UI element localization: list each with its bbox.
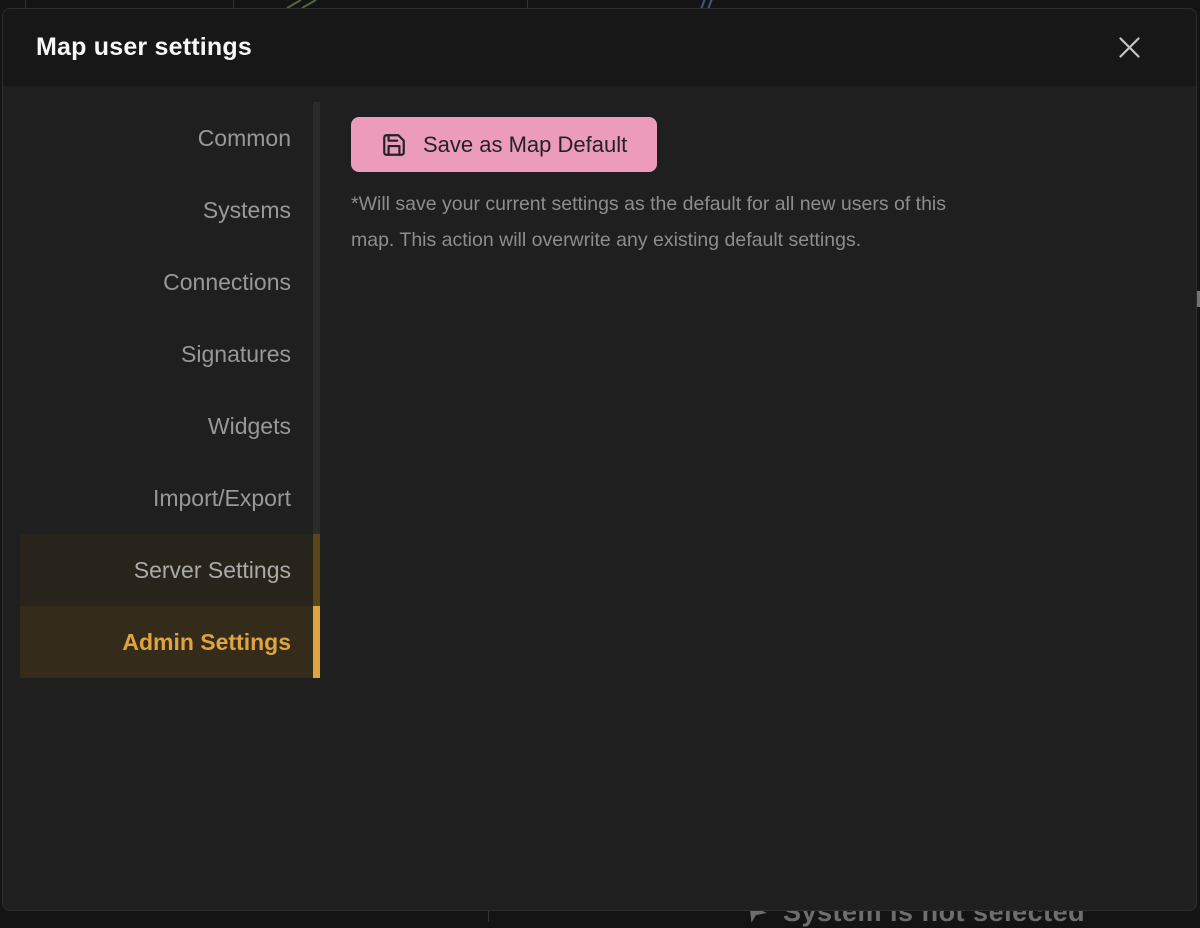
save-default-note: *Will save your current settings as the … xyxy=(351,186,1151,258)
tab-common[interactable]: Common xyxy=(20,102,320,174)
tab-admin-settings[interactable]: Admin Settings xyxy=(20,606,320,678)
dialog-title: Map user settings xyxy=(36,33,1112,62)
save-as-map-default-button[interactable]: Save as Map Default xyxy=(351,117,657,172)
background-divider-line xyxy=(233,0,234,8)
settings-tab-list: Common Systems Connections Signatures Wi… xyxy=(3,86,320,910)
tab-import-export[interactable]: Import/Export xyxy=(20,462,320,534)
background-divider-line xyxy=(25,0,26,8)
tab-widgets[interactable]: Widgets xyxy=(20,390,320,462)
background-divider-line xyxy=(488,911,489,922)
tab-signatures[interactable]: Signatures xyxy=(20,318,320,390)
admin-settings-panel: Save as Map Default *Will save your curr… xyxy=(320,86,1196,910)
save-button-label: Save as Map Default xyxy=(423,132,627,158)
tab-systems[interactable]: Systems xyxy=(20,174,320,246)
close-icon xyxy=(1116,34,1143,61)
tab-server-settings[interactable]: Server Settings xyxy=(20,534,320,606)
map-user-settings-dialog: Map user settings Common Systems Connect… xyxy=(2,8,1197,911)
close-button[interactable] xyxy=(1112,31,1146,65)
floppy-disk-icon xyxy=(381,132,407,158)
dialog-header: Map user settings xyxy=(3,9,1196,86)
tab-connections[interactable]: Connections xyxy=(20,246,320,318)
background-divider-line xyxy=(527,0,528,8)
dialog-body: Common Systems Connections Signatures Wi… xyxy=(3,86,1196,910)
